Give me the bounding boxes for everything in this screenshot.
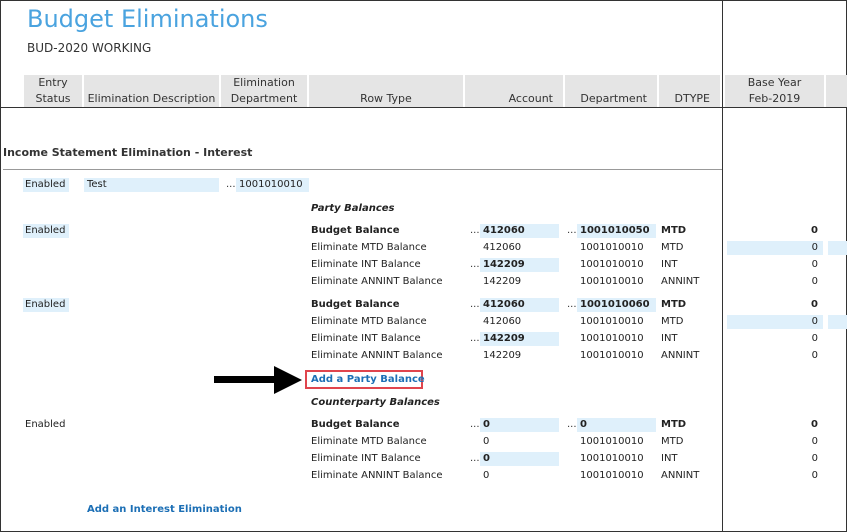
dtype-value: MTD	[661, 419, 687, 430]
counterparty-balances-label: Counterparty Balances	[311, 397, 440, 408]
row-type: Eliminate MTD Balance	[311, 242, 427, 253]
row-type: Budget Balance	[311, 419, 400, 430]
dtype-value: MTD	[661, 225, 687, 236]
header-department[interactable]: Department	[565, 75, 657, 108]
department-value: 1001010010	[580, 436, 644, 447]
department-value: 1001010010	[580, 453, 644, 464]
row-type: Eliminate ANNINT Balance	[311, 276, 443, 287]
base-year-value: 0	[811, 453, 818, 464]
account-field[interactable]: 412060	[480, 224, 559, 238]
elimination-department-lookup[interactable]: ...	[226, 178, 236, 192]
base-year-value: 0	[811, 470, 818, 481]
account-field[interactable]: 142209	[480, 258, 559, 272]
dtype-value: ANNINT	[661, 470, 700, 481]
section-divider	[3, 169, 722, 170]
next-column-input-bg	[828, 241, 847, 255]
account-value: 0	[483, 436, 490, 447]
party-1-status[interactable]: Enabled	[23, 224, 69, 238]
account-lookup[interactable]: ...	[470, 452, 480, 466]
dtype-value: MTD	[661, 299, 687, 310]
dtype-value: ANNINT	[661, 276, 700, 287]
department-value: 1001010010	[580, 259, 644, 270]
account-value: 0	[483, 470, 490, 481]
dtype-value: INT	[661, 259, 678, 270]
header-row-type[interactable]: Row Type	[309, 75, 463, 108]
base-year-value: 0	[811, 276, 818, 287]
base-year-value: 0	[811, 350, 818, 361]
account-lookup[interactable]: ...	[470, 258, 480, 272]
dtype-value: MTD	[661, 436, 684, 447]
arrow-right-icon	[214, 366, 302, 394]
department-value: 1001010010	[580, 350, 644, 361]
row-type: Eliminate INT Balance	[311, 259, 421, 270]
account-field[interactable]: 142209	[480, 332, 559, 346]
base-year-value: 0	[811, 225, 818, 236]
header-account[interactable]: Account	[465, 75, 563, 108]
dtype-value: MTD	[661, 242, 684, 253]
header-elimination-department[interactable]: Elimination Department	[221, 75, 307, 108]
account-value: 412060	[483, 242, 522, 253]
account-field[interactable]: 0	[480, 452, 559, 466]
row-type: Budget Balance	[311, 225, 400, 236]
page-title: Budget Eliminations	[27, 5, 268, 33]
next-column-input-bg	[828, 315, 847, 329]
department-value: 1001010010	[580, 470, 644, 481]
row-type: Eliminate ANNINT Balance	[311, 470, 443, 481]
counterparty-status[interactable]: Enabled	[25, 418, 65, 432]
base-year-input[interactable]: 0	[730, 315, 818, 329]
department-lookup[interactable]: ...	[567, 224, 577, 238]
elimination-department-field[interactable]: 1001010010	[236, 178, 309, 192]
account-value: 142209	[483, 350, 522, 361]
row-type: Eliminate INT Balance	[311, 333, 421, 344]
add-party-balance-link[interactable]: Add a Party Balance	[311, 374, 425, 385]
party-balances-label: Party Balances	[311, 203, 395, 214]
header-entry-status[interactable]: Entry Status	[24, 75, 82, 108]
department-value: 1001010010	[580, 333, 644, 344]
account-field[interactable]: 0	[480, 418, 559, 432]
header-base-year[interactable]: Base Year Feb-2019	[725, 75, 824, 108]
elimination-status[interactable]: Enabled	[23, 178, 69, 192]
account-value: 412060	[483, 316, 522, 327]
header-next-column[interactable]	[826, 75, 847, 108]
row-type: Eliminate MTD Balance	[311, 436, 427, 447]
base-year-value: 0	[811, 419, 818, 430]
base-year-value: 0	[811, 299, 818, 310]
department-field[interactable]: 1001010050	[577, 224, 656, 238]
header-divider	[0, 107, 847, 108]
dtype-value: INT	[661, 333, 678, 344]
base-year-value: 0	[811, 259, 818, 270]
dtype-value: ANNINT	[661, 350, 700, 361]
base-year-input[interactable]: 0	[730, 241, 818, 255]
dtype-value: INT	[661, 453, 678, 464]
account-lookup[interactable]: ...	[470, 224, 480, 238]
row-type: Eliminate INT Balance	[311, 453, 421, 464]
base-year-value: 0	[811, 333, 818, 344]
department-field[interactable]: 1001010060	[577, 298, 656, 312]
account-lookup[interactable]: ...	[470, 298, 480, 312]
header-elimination-description[interactable]: Elimination Description	[84, 75, 219, 108]
page-subtitle: BUD-2020 WORKING	[27, 41, 152, 55]
department-value: 1001010010	[580, 276, 644, 287]
row-type: Budget Balance	[311, 299, 400, 310]
header-dtype[interactable]: DTYPE	[659, 75, 720, 108]
department-value: 1001010010	[580, 316, 644, 327]
department-lookup[interactable]: ...	[567, 298, 577, 312]
department-lookup[interactable]: ...	[567, 418, 577, 432]
section-title: Income Statement Elimination - Interest	[3, 146, 253, 159]
department-value: 1001010010	[580, 242, 644, 253]
add-interest-elimination-link[interactable]: Add an Interest Elimination	[87, 504, 242, 515]
account-field[interactable]: 412060	[480, 298, 559, 312]
department-field[interactable]: 0	[577, 418, 656, 432]
base-year-value: 0	[811, 436, 818, 447]
dtype-value: MTD	[661, 316, 684, 327]
row-type: Eliminate MTD Balance	[311, 316, 427, 327]
account-lookup[interactable]: ...	[470, 332, 480, 346]
account-value: 142209	[483, 276, 522, 287]
row-type: Eliminate ANNINT Balance	[311, 350, 443, 361]
elimination-description-field[interactable]: Test	[84, 178, 219, 192]
party-2-status[interactable]: Enabled	[23, 298, 69, 312]
column-divider	[722, 0, 723, 532]
account-lookup[interactable]: ...	[470, 418, 480, 432]
